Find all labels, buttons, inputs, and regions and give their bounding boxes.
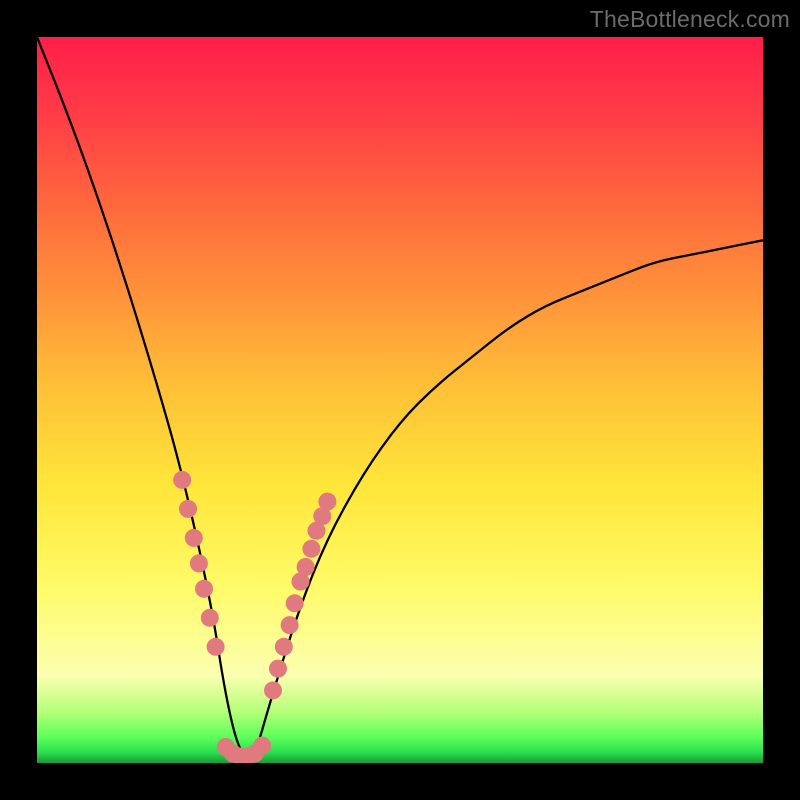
data-point bbox=[302, 540, 320, 558]
chart-svg bbox=[37, 37, 763, 763]
data-point bbox=[281, 616, 299, 634]
data-point bbox=[185, 529, 203, 547]
data-point bbox=[179, 500, 197, 518]
bottleneck-curve bbox=[37, 37, 763, 756]
chart-frame: TheBottleneck.com bbox=[0, 0, 800, 800]
marker-group bbox=[173, 471, 336, 763]
data-point bbox=[286, 594, 304, 612]
data-point bbox=[297, 558, 315, 576]
data-point bbox=[269, 660, 287, 678]
data-point bbox=[173, 471, 191, 489]
data-point bbox=[201, 609, 219, 627]
data-point bbox=[253, 737, 271, 755]
plot-area bbox=[37, 37, 763, 763]
data-point bbox=[275, 638, 293, 656]
data-point bbox=[318, 493, 336, 511]
data-point bbox=[207, 638, 225, 656]
data-point bbox=[190, 554, 208, 572]
data-point bbox=[264, 681, 282, 699]
watermark-text: TheBottleneck.com bbox=[590, 6, 790, 33]
data-point bbox=[195, 580, 213, 598]
